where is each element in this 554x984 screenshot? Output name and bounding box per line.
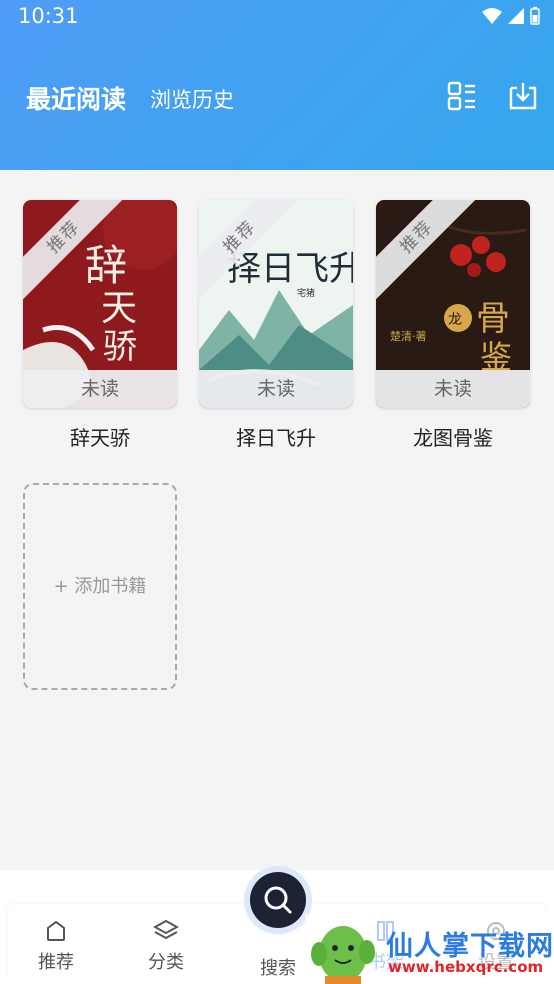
book-card[interactable]: 择日飞升 宅猪 推荐 未读 择日飞升 bbox=[199, 200, 353, 451]
book-title[interactable]: 龙图骨鉴 bbox=[376, 422, 530, 451]
list-grid-icon[interactable] bbox=[446, 80, 478, 112]
svg-text:龙: 龙 bbox=[448, 312, 462, 328]
svg-text:择日飞升: 择日飞升 bbox=[227, 249, 353, 289]
history-tab[interactable]: 浏览历史 bbox=[150, 84, 234, 114]
layers-icon bbox=[153, 919, 179, 940]
page-title[interactable]: 最近阅读 bbox=[26, 80, 126, 116]
add-book-button[interactable]: + 添加书籍 bbox=[23, 483, 177, 690]
status-time: 10:31 bbox=[18, 4, 79, 28]
nav-item-recommend[interactable]: 推荐 bbox=[6, 904, 106, 974]
download-icon[interactable] bbox=[507, 80, 539, 112]
svg-text:宅猪: 宅猪 bbox=[297, 287, 315, 299]
nav-label: 分类 bbox=[148, 952, 184, 973]
read-status: 未读 bbox=[376, 370, 530, 408]
book-card[interactable]: 龙 骨 鉴 楚清·著 推荐 未读 龙图骨鉴 bbox=[376, 200, 530, 451]
svg-text:辞: 辞 bbox=[85, 241, 127, 290]
search-button[interactable] bbox=[250, 872, 306, 928]
svg-text:骄: 骄 bbox=[103, 327, 137, 367]
svg-text:天: 天 bbox=[101, 288, 137, 329]
book-cover[interactable]: 择日飞升 宅猪 推荐 未读 bbox=[199, 200, 353, 408]
nav-label-search[interactable]: 搜索 bbox=[252, 954, 304, 980]
watermark-url: www.hebxqrc.com bbox=[388, 958, 544, 976]
book-title[interactable]: 择日飞升 bbox=[199, 422, 353, 451]
wifi-icon bbox=[482, 8, 502, 24]
book-card[interactable]: 辞 天 骄 推荐 未读 辞天骄 bbox=[23, 200, 177, 451]
book-title[interactable]: 辞天骄 bbox=[23, 422, 177, 451]
svg-text:楚清·著: 楚清·著 bbox=[390, 329, 427, 343]
nav-label: 推荐 bbox=[38, 952, 74, 973]
home-icon bbox=[47, 920, 65, 941]
status-icons bbox=[482, 7, 540, 25]
status-bar: 10:31 bbox=[0, 0, 554, 36]
battery-icon bbox=[530, 7, 540, 25]
search-icon bbox=[264, 886, 292, 914]
read-status: 未读 bbox=[23, 370, 177, 408]
read-status: 未读 bbox=[199, 370, 353, 408]
signal-icon bbox=[508, 8, 524, 24]
svg-text:骨: 骨 bbox=[476, 299, 510, 339]
header: 10:31 最近阅读 浏览历史 bbox=[0, 0, 554, 170]
book-cover[interactable]: 辞 天 骄 推荐 未读 bbox=[23, 200, 177, 408]
nav-item-category[interactable]: 分类 bbox=[116, 904, 216, 974]
book-cover[interactable]: 龙 骨 鉴 楚清·著 推荐 未读 bbox=[376, 200, 530, 408]
